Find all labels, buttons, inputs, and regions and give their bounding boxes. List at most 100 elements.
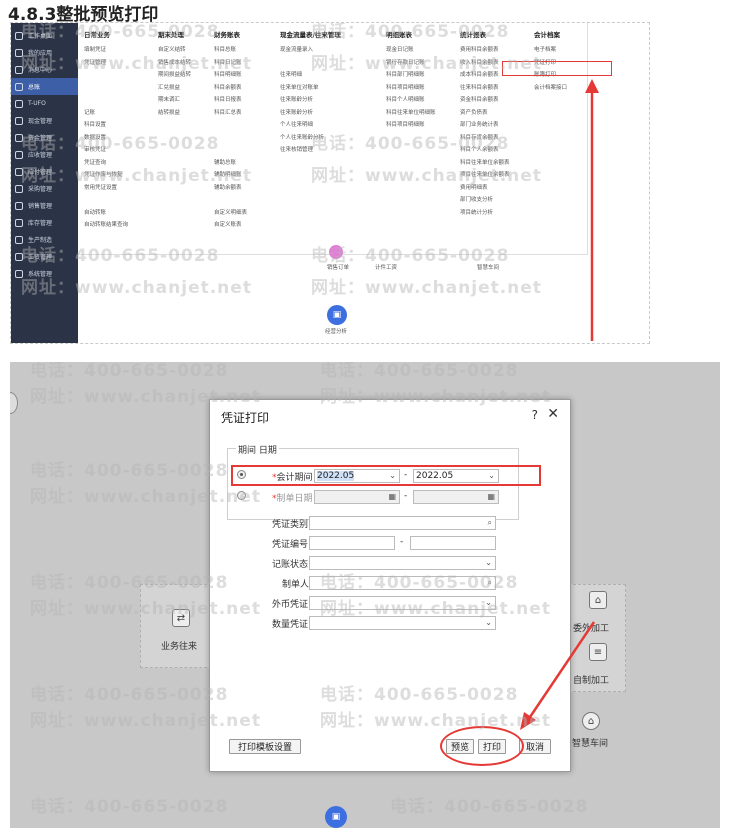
sidebar-item[interactable]: 总账 bbox=[11, 78, 78, 95]
menu-item[interactable]: 科目项目明细账 bbox=[386, 82, 436, 95]
menu-item bbox=[84, 82, 128, 95]
watermark-url: 网址：www.chanjet.net bbox=[320, 599, 551, 619]
field-label: 凭证类别 bbox=[272, 520, 309, 530]
red-arrow-up-icon bbox=[585, 79, 599, 341]
watermark-phone: 电话：400-665-0028 bbox=[30, 362, 229, 381]
voucher-type-input[interactable]: ⌕ bbox=[309, 516, 496, 530]
watermark-url: 网址：www.chanjet.net bbox=[30, 599, 261, 619]
watermark-url: 网址：www.chanjet.net bbox=[311, 54, 542, 74]
menu-item bbox=[84, 194, 128, 207]
sidebar-item[interactable]: T-UFO bbox=[11, 95, 78, 112]
menu-item[interactable]: 科目个人明细账 bbox=[386, 94, 436, 107]
menu-item[interactable]: 科目汇总表 bbox=[214, 107, 247, 120]
watermark-url: 网址：www.chanjet.net bbox=[311, 166, 542, 186]
watermark-phone: 电话：400-665-0028 bbox=[30, 685, 229, 705]
menu-screenshot: 工作桌面 我的应用 消息中心 总账 T-UFO 现金管理 资金管理 应收管理 应付管理 采购管理销… bbox=[10, 22, 650, 344]
watermark-phone: 电话：400-665-0028 bbox=[311, 22, 510, 42]
voucher-number-to-input[interactable] bbox=[410, 536, 496, 550]
analysis-node-icon[interactable]: ▣ bbox=[325, 806, 347, 828]
menu-item[interactable]: 自定义明细表 bbox=[214, 207, 247, 220]
watermark-phone: 电话：400-665-0028 bbox=[21, 134, 220, 154]
flow-node-label: 智慧车间 bbox=[572, 739, 609, 749]
voucher-number-from-input[interactable] bbox=[309, 536, 395, 550]
sidebar-item[interactable]: 销售管理 bbox=[11, 197, 78, 214]
menu-item bbox=[84, 94, 128, 107]
watermark-url: 网址：www.chanjet.net bbox=[320, 387, 551, 407]
group-legend: 期间 日期 bbox=[236, 443, 279, 456]
menu-item[interactable]: 部门收支分析 bbox=[460, 194, 510, 207]
watermark-phone: 电话：400-665-0028 bbox=[320, 573, 519, 593]
factory-icon[interactable]: ⌂ bbox=[589, 591, 607, 609]
range-dash: - bbox=[400, 537, 404, 547]
menu-column-title: 会计档案 bbox=[534, 31, 560, 39]
search-icon[interactable]: ⌕ bbox=[488, 517, 492, 529]
menu-item[interactable]: 自动转账结果查询 bbox=[84, 219, 128, 232]
watermark-phone: 电话：400-665-0028 bbox=[311, 246, 510, 266]
menu-item[interactable]: 记账 bbox=[84, 107, 128, 120]
menu-column: 期末处理 自定义结转 销售成本结转 期间损益结转 汇兑损益 期末调汇 结转损益 bbox=[158, 29, 191, 119]
menu-item[interactable]: 结转损益 bbox=[158, 107, 191, 120]
menu-item[interactable]: 往来科目余额表 bbox=[460, 82, 510, 95]
sidebar-item-label: 现金管理 bbox=[28, 118, 53, 125]
menu-item[interactable]: 科目日报表 bbox=[214, 94, 247, 107]
menu-item[interactable]: 资金科目余额表 bbox=[460, 94, 510, 107]
watermark-phone: 电话：400-665-0028 bbox=[311, 134, 510, 154]
menu-column: 明细账表 现金日记账 银行存款日记账 科目部门明细账 科目项目明细账 科目个人明细账 科目往… bbox=[386, 29, 436, 132]
field-label: 凭证编号 bbox=[272, 540, 309, 550]
sidebar-item[interactable]: 现金管理 bbox=[11, 112, 78, 129]
sidebar-item[interactable]: 库存管理 bbox=[11, 214, 78, 231]
menu-item[interactable]: 项目统计分析 bbox=[460, 207, 510, 220]
dialog-title: 凭证打印 bbox=[221, 411, 270, 425]
watermark-url: 网址：www.chanjet.net bbox=[30, 711, 261, 731]
field-label: 数量凭证 bbox=[272, 620, 309, 630]
watermark-phone: 电话：400-665-0028 bbox=[21, 22, 220, 42]
menu-item[interactable]: 汇兑损益 bbox=[158, 82, 191, 95]
menu-item[interactable]: 科目余额表 bbox=[214, 82, 247, 95]
watermark-phone: 电话：400-665-0028 bbox=[30, 573, 229, 593]
watermark-url: 网址：www.chanjet.net bbox=[21, 166, 252, 186]
range-dash: - bbox=[404, 491, 408, 501]
module-icon bbox=[15, 116, 23, 125]
watermark-phone: 电话：400-665-0028 bbox=[320, 362, 519, 381]
watermark-phone: 电话：400-665-0028 bbox=[30, 461, 229, 481]
watermark-url: 网址：www.chanjet.net bbox=[21, 278, 252, 298]
menu-item bbox=[214, 194, 247, 207]
menu-item[interactable]: 自动转账 bbox=[84, 207, 128, 220]
sidebar-item-label: 总账 bbox=[28, 84, 41, 91]
menu-item[interactable]: 往来账龄分析 bbox=[280, 107, 341, 120]
flow-node-label: 业务往来 bbox=[161, 642, 198, 652]
sidebar-item-label: T-UFO bbox=[28, 100, 46, 107]
date-from-input[interactable]: ▦ bbox=[314, 490, 400, 504]
analysis-node-icon[interactable]: ▣ bbox=[327, 305, 347, 325]
field-label: 外币凭证 bbox=[272, 600, 309, 610]
module-icon bbox=[15, 218, 23, 227]
period-highlight bbox=[231, 465, 541, 486]
menu-item[interactable]: 往来账龄分析 bbox=[280, 94, 341, 107]
watermark-phone: 电话：400-665-0028 bbox=[390, 797, 589, 817]
watermark-phone: 电话：400-665-0028 bbox=[30, 797, 229, 817]
scroll-left-icon[interactable] bbox=[10, 392, 18, 414]
close-icon[interactable]: ✕ bbox=[547, 406, 559, 422]
menu-item[interactable]: 科目往来单位明细账 bbox=[386, 107, 436, 120]
help-icon[interactable]: ? bbox=[532, 408, 538, 422]
menu-item[interactable]: 期末调汇 bbox=[158, 94, 191, 107]
calendar-icon[interactable]: ▦ bbox=[487, 491, 495, 503]
sidebar-item-label: 库存管理 bbox=[28, 220, 53, 227]
date-to-input[interactable]: ▦ bbox=[413, 490, 499, 504]
menu-item[interactable]: 资产负债表 bbox=[460, 107, 510, 120]
watermark-phone: 电话：400-665-0028 bbox=[320, 685, 519, 705]
watermark-phone: 电话：400-665-0028 bbox=[21, 246, 220, 266]
menu-item[interactable]: 会计档案接口 bbox=[534, 82, 567, 95]
menu-item[interactable]: 自定义账表 bbox=[214, 219, 247, 232]
module-icon bbox=[15, 201, 23, 210]
print-template-settings-button[interactable]: 打印模板设置 bbox=[229, 739, 301, 754]
flow-node-label: 经营分析 bbox=[325, 329, 348, 335]
dialog-screenshot: ⇄ 业务往来 ⌂ 委外加工 ≡ 自制加工 ⌂ 智慧车间 ▣ 凭证打印 ? ✕ 期… bbox=[10, 362, 720, 828]
watermark-url: 网址：www.chanjet.net bbox=[21, 54, 252, 74]
module-icon bbox=[15, 99, 23, 108]
sidebar-item-label: 销售管理 bbox=[28, 203, 53, 210]
field-label: 制单人 bbox=[282, 580, 310, 590]
menu-item[interactable]: 往来单位对账单 bbox=[280, 82, 341, 95]
calendar-icon[interactable]: ▦ bbox=[388, 491, 396, 503]
module-icon bbox=[15, 82, 23, 91]
